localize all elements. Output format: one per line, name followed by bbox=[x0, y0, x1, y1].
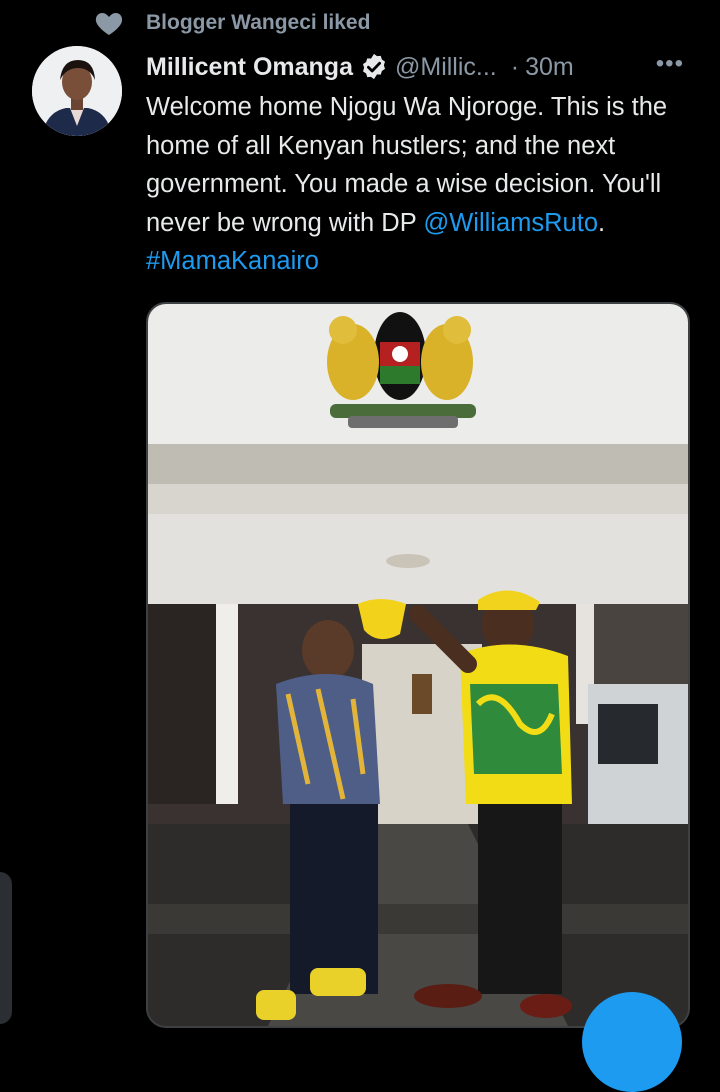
separator-dot: · bbox=[510, 52, 520, 81]
tweet-text: Welcome home Njogu Wa Njoroge. This is t… bbox=[146, 88, 696, 281]
hashtag-link[interactable]: #MamaKanairo bbox=[146, 247, 319, 275]
author-avatar[interactable] bbox=[32, 46, 122, 136]
tweet-header: Millicent Omanga @Millic... · 30m ••• bbox=[146, 48, 700, 86]
tweet-photo[interactable] bbox=[146, 302, 690, 1028]
mention-link[interactable]: @WilliamsRuto bbox=[423, 209, 598, 237]
photo-illustration bbox=[148, 304, 688, 1026]
social-context: Blogger Wangeci liked bbox=[94, 6, 370, 40]
compose-tweet-icon[interactable] bbox=[582, 992, 682, 1092]
tweet-text-part2: . bbox=[598, 208, 606, 237]
social-context-text: Blogger Wangeci liked bbox=[146, 11, 371, 34]
author-handle[interactable]: @Millic... bbox=[395, 53, 497, 82]
coat-of-arms-icon bbox=[327, 312, 476, 428]
tweet-timestamp[interactable]: 30m bbox=[525, 53, 574, 82]
more-options-icon[interactable]: ••• bbox=[656, 50, 684, 78]
avatar-image bbox=[32, 46, 122, 136]
author-name[interactable]: Millicent Omanga bbox=[146, 53, 353, 82]
verified-badge-icon bbox=[362, 53, 385, 80]
side-drawer-handle[interactable] bbox=[0, 872, 12, 1024]
heart-icon bbox=[95, 13, 123, 35]
